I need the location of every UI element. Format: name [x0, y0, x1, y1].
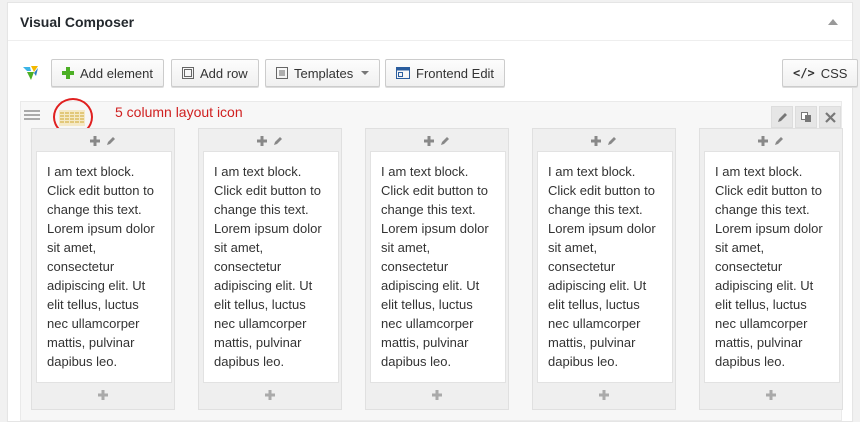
visual-composer-panel: Visual Composer Add element Add row Temp…: [7, 2, 859, 422]
row-container: 5 column layout icon I am text block. Cl…: [20, 98, 843, 421]
vc-logo-icon: [23, 66, 38, 80]
column: I am text block. Click edit button to ch…: [699, 128, 843, 410]
text-block[interactable]: I am text block. Click edit button to ch…: [203, 151, 339, 383]
pencil-icon[interactable]: [774, 133, 784, 149]
annotation-label: 5 column layout icon: [115, 104, 243, 120]
add-icon[interactable]: [758, 133, 768, 149]
templates-label: Templates: [294, 65, 354, 81]
chevron-down-icon: [361, 71, 370, 75]
add-icon[interactable]: [366, 390, 508, 404]
pencil-icon[interactable]: [106, 133, 116, 149]
css-button[interactable]: </> CSS: [782, 59, 859, 87]
add-row-button[interactable]: Add row: [171, 59, 259, 87]
text-block[interactable]: I am text block. Click edit button to ch…: [370, 151, 506, 383]
pencil-icon[interactable]: [440, 133, 450, 149]
column: I am text block. Click edit button to ch…: [365, 128, 509, 410]
text-block[interactable]: I am text block. Click edit button to ch…: [537, 151, 673, 383]
templates-button[interactable]: Templates: [265, 59, 381, 87]
row-controls: [771, 106, 841, 128]
add-icon[interactable]: [199, 390, 341, 404]
pencil-icon[interactable]: [607, 133, 617, 149]
toolbar: Add element Add row Templates Frontend E…: [8, 57, 859, 89]
add-icon[interactable]: [257, 133, 267, 149]
panel-title: Visual Composer: [20, 13, 135, 30]
frontend-icon: [396, 67, 410, 79]
plus-icon: [62, 67, 74, 79]
column: I am text block. Click edit button to ch…: [532, 128, 676, 410]
collapse-arrow-icon[interactable]: [828, 19, 838, 25]
add-element-button[interactable]: Add element: [51, 59, 164, 87]
pencil-icon[interactable]: [771, 106, 793, 128]
text-block[interactable]: I am text block. Click edit button to ch…: [704, 151, 840, 383]
add-icon[interactable]: [533, 390, 675, 404]
add-element-label: Add element: [80, 65, 153, 81]
add-row-label: Add row: [200, 65, 248, 81]
column: I am text block. Click edit button to ch…: [198, 128, 342, 410]
add-icon[interactable]: [591, 133, 601, 149]
code-icon: </>: [793, 66, 815, 80]
close-icon[interactable]: [819, 106, 841, 128]
five-column-layout-icon[interactable]: [57, 106, 87, 130]
panel-header: Visual Composer: [8, 3, 852, 41]
frontend-edit-label: Frontend Edit: [416, 65, 495, 81]
row-icon: [182, 67, 194, 79]
drag-handle-icon[interactable]: [24, 110, 40, 122]
text-block[interactable]: I am text block. Click edit button to ch…: [36, 151, 172, 383]
add-icon[interactable]: [700, 390, 842, 404]
frontend-edit-button[interactable]: Frontend Edit: [385, 59, 506, 87]
clone-icon[interactable]: [795, 106, 817, 128]
add-icon[interactable]: [32, 390, 174, 404]
add-icon[interactable]: [424, 133, 434, 149]
column: I am text block. Click edit button to ch…: [31, 128, 175, 410]
pencil-icon[interactable]: [273, 133, 283, 149]
css-label: CSS: [820, 65, 848, 81]
add-icon[interactable]: [90, 133, 100, 149]
templates-icon: [276, 67, 288, 79]
